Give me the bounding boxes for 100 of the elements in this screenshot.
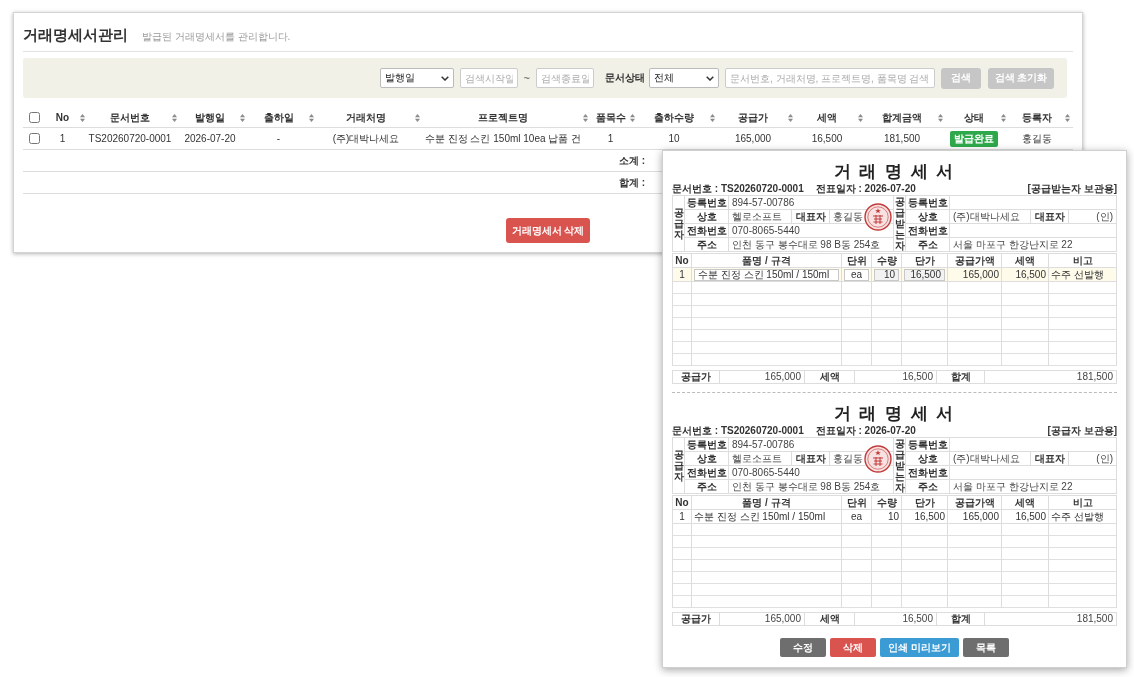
field-label: 대표자: [1034, 453, 1065, 464]
item-column-header: 단위: [846, 255, 867, 266]
document-number: 문서번호 : TS20260720-0001: [672, 184, 804, 194]
company-name: (주)대박나세요: [953, 453, 1020, 464]
sort-icon[interactable]: [788, 113, 793, 122]
print-preview-button[interactable]: 인쇄 미리보기: [880, 638, 959, 657]
date-type-select[interactable]: 발행일: [379, 68, 454, 88]
column-header: 발행일: [194, 112, 226, 123]
column-header: No: [54, 112, 71, 123]
item-cell-text: 수분 진정 스킨 150ml / 150ml: [694, 511, 827, 522]
address: 서울 마포구 한강난지로 22: [953, 239, 1073, 250]
item-column-header: 세액: [1015, 255, 1035, 266]
sort-icon[interactable]: [1001, 113, 1006, 122]
table-cell-text: 181,500: [882, 133, 922, 144]
phone-number: 070-8065-5440: [732, 225, 800, 236]
list-button[interactable]: 목록: [962, 638, 1009, 657]
summary-label: 합계 :: [617, 177, 645, 188]
totals-value: 181,500: [1076, 614, 1113, 624]
summary-label: 소계 :: [617, 155, 645, 166]
column-header: 공급가: [737, 112, 769, 123]
copy-label: [공급자 보관용]: [1047, 426, 1117, 436]
totals-value: 165,000: [764, 372, 801, 382]
field-label: 등록번호: [907, 439, 948, 450]
field-label: 주소: [917, 239, 938, 250]
table-cell-text: 홍길동: [1021, 133, 1053, 144]
item-column-header: 공급가액: [954, 255, 995, 266]
field-label: 등록번호: [686, 439, 727, 450]
totals-value: 181,500: [1076, 372, 1113, 382]
field-label: 상호: [696, 211, 717, 222]
delete-button[interactable]: 삭제: [830, 638, 877, 657]
unit-price-field[interactable]: 16,500: [904, 268, 945, 281]
row-checkbox[interactable]: [28, 133, 40, 144]
representative-name: 홍길동: [833, 211, 863, 222]
column-header: 품목수: [594, 112, 627, 123]
delete-statement-button[interactable]: 거래명세서 삭제: [506, 218, 590, 243]
field-label: 주소: [696, 481, 717, 492]
quantity-field[interactable]: 10: [874, 268, 899, 281]
sort-icon[interactable]: [1065, 113, 1070, 122]
table-cell-text: (주)대박나세요: [331, 133, 401, 144]
item-cell-text: 1: [678, 269, 686, 280]
item-cell-text: 165,000: [961, 511, 999, 522]
address: 서울 마포구 한강난지로 22: [953, 481, 1073, 492]
column-header: 출하일: [262, 112, 295, 123]
table-cell-text: 165,000: [733, 133, 773, 144]
company-name: 헬로소프트: [732, 453, 782, 464]
select-all-checkbox[interactable]: [28, 112, 40, 123]
unit-field[interactable]: ea: [844, 268, 869, 281]
sort-icon[interactable]: [80, 113, 85, 122]
item-column-header: 비고: [1072, 255, 1093, 266]
table-cell-text: 2026-07-20: [183, 133, 237, 144]
item-cell-text: 16,500: [1014, 269, 1046, 280]
representative-name: 홍길동: [833, 453, 863, 464]
totals-value: 16,500: [902, 372, 933, 382]
representative-name: (인): [1096, 453, 1113, 464]
sort-icon[interactable]: [938, 113, 943, 122]
sort-icon[interactable]: [240, 113, 245, 122]
field-label: 주소: [696, 239, 717, 250]
edit-button[interactable]: 수정: [780, 638, 827, 657]
sort-icon[interactable]: [858, 113, 863, 122]
chevron-down-icon: [706, 75, 714, 81]
column-header: 프로젝트명: [477, 112, 529, 123]
table-cell-text: 1: [606, 133, 615, 144]
sort-icon[interactable]: [172, 113, 177, 122]
sort-icon[interactable]: [415, 113, 420, 122]
field-label: 주소: [917, 481, 938, 492]
item-column-header: 수량: [876, 497, 897, 508]
document-title: 거 래 명 세 서: [833, 404, 956, 422]
column-header: 세액: [816, 112, 838, 123]
party-heading: 공급받는자: [894, 196, 905, 251]
field-label: 전화번호: [907, 467, 948, 478]
status-label: 문서상태: [605, 73, 645, 83]
field-label: 등록번호: [686, 197, 727, 208]
column-header: 출하수량: [653, 112, 695, 123]
party-heading: 공급자: [673, 449, 684, 482]
totals-value: 16,500: [902, 614, 933, 624]
table-cell-text: 10: [667, 133, 681, 144]
sort-icon[interactable]: [583, 113, 588, 122]
start-date-field[interactable]: 검색시작일: [459, 68, 518, 88]
status-select[interactable]: 전체: [649, 68, 719, 88]
item-name-field[interactable]: 수분 진정 스킨 150ml / 150ml: [694, 268, 839, 281]
field-label: 전화번호: [686, 225, 727, 236]
slip-date: 전표일자 : 2026-07-20: [815, 184, 916, 194]
address: 인천 동구 봉수대로 98 B동 254호: [732, 239, 881, 250]
party-heading: 공급받는자: [894, 438, 905, 493]
registration-number: 894-57-00786: [732, 439, 795, 450]
totals-label: 공급가: [681, 614, 711, 624]
column-header: 상태: [962, 112, 985, 123]
totals-label: 합계: [950, 372, 971, 382]
item-column-header: No: [675, 255, 689, 266]
keyword-search-field[interactable]: 문서번호, 거래처명, 프로젝트명, 품목명 검색: [725, 68, 935, 88]
field-label: 전화번호: [686, 467, 727, 478]
totals-label: 세액: [819, 614, 840, 624]
sort-icon[interactable]: [309, 113, 314, 122]
item-cell-text: 1: [678, 511, 686, 522]
field-label: 등록번호: [907, 197, 948, 208]
field-label: 상호: [917, 453, 938, 464]
sort-icon[interactable]: [710, 113, 715, 122]
sort-icon[interactable]: [630, 113, 635, 122]
chevron-down-icon: [440, 75, 449, 81]
end-date-field[interactable]: 검색종료일: [536, 68, 594, 88]
